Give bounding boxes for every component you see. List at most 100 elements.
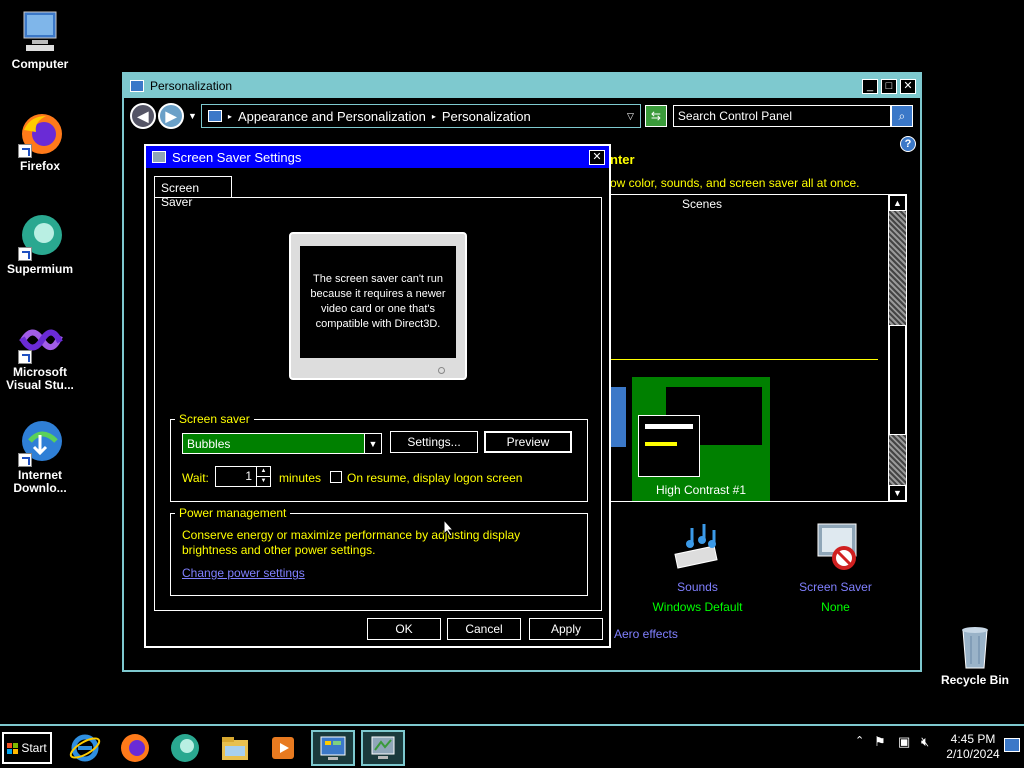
start-button[interactable]: Start xyxy=(2,732,52,764)
tab-panel: The screen saver can't run because it re… xyxy=(154,197,602,611)
desktop-icon-supermium[interactable]: Supermium xyxy=(0,213,80,276)
themes-list[interactable]: Scenes High Contrast #1 ▲ ▼ xyxy=(610,194,907,502)
screen-saver-group-label: Screen saver xyxy=(179,412,250,426)
tab-screen-saver[interactable]: Screen Saver xyxy=(154,176,232,209)
shortcut-arrow-icon xyxy=(18,453,32,467)
breadcrumb-separator-icon[interactable]: ▸ xyxy=(432,112,436,121)
taskbar-control-panel[interactable] xyxy=(311,730,355,766)
search-input[interactable] xyxy=(672,105,891,127)
dialog-titlebar[interactable]: Screen Saver Settings ✕ xyxy=(146,146,609,168)
cancel-button[interactable]: Cancel xyxy=(447,618,521,640)
back-button[interactable]: ◀ xyxy=(130,103,156,129)
minutes-label: minutes xyxy=(279,471,322,485)
screen-saver-value: None xyxy=(821,600,850,614)
theme-high-contrast-1[interactable]: High Contrast #1 xyxy=(632,377,770,501)
desktop-icon-firefox[interactable]: Firefox xyxy=(0,110,80,173)
taskbar-supermium[interactable] xyxy=(163,730,207,766)
help-icon[interactable]: ? xyxy=(900,136,916,152)
screen-saver-item[interactable]: Screen Saver None xyxy=(788,520,883,614)
windows-logo-icon xyxy=(7,742,19,754)
window-titlebar[interactable]: Personalization _ □ ✕ xyxy=(124,74,920,98)
taskbar-screen-saver-settings[interactable] xyxy=(361,730,405,766)
firefox-icon xyxy=(121,734,149,762)
start-label: Start xyxy=(21,741,47,755)
chevron-down-icon[interactable]: ▼ xyxy=(257,477,270,486)
scroll-up-button[interactable]: ▲ xyxy=(889,195,906,211)
selected-screen-saver: Bubbles xyxy=(187,436,231,451)
apply-button[interactable]: Apply xyxy=(529,618,603,640)
desktop-icon-computer[interactable]: Computer xyxy=(0,8,80,71)
theme-name: High Contrast #1 xyxy=(655,483,747,497)
action-center-flag-icon[interactable]: ⚑ xyxy=(874,734,886,750)
maximize-button[interactable]: □ xyxy=(881,78,897,94)
desktop-icon-internet-download[interactable]: Internet Downlo... xyxy=(0,419,80,495)
refresh-button[interactable]: ⇆ xyxy=(644,105,667,127)
breadcrumb-item-personalization[interactable]: Personalization xyxy=(442,109,531,124)
personalization-icon xyxy=(130,80,144,92)
screen-saver-dialog[interactable]: Screen Saver Settings ✕ Screen Saver The… xyxy=(144,144,611,648)
stepper-buttons: ▲ ▼ xyxy=(256,467,270,486)
taskbar-file-explorer[interactable] xyxy=(213,730,257,766)
screen-saver-icon xyxy=(788,520,883,576)
preview-button[interactable]: Preview xyxy=(484,431,572,453)
taskbar-firefox[interactable] xyxy=(113,730,157,766)
screen-saver-settings-icon xyxy=(371,736,395,759)
theme-partial-thumbnail[interactable] xyxy=(610,387,626,447)
dialog-close-button[interactable]: ✕ xyxy=(589,149,605,165)
supermium-icon xyxy=(16,213,64,261)
breadcrumb[interactable]: ▸ Appearance and Personalization ▸ Perso… xyxy=(200,104,641,128)
change-power-settings-link[interactable]: Change power settings xyxy=(182,566,305,580)
taskbar-media-player[interactable] xyxy=(261,730,305,766)
breadcrumb-separator-icon[interactable]: ▸ xyxy=(228,112,232,121)
window-title: Personalization xyxy=(150,79,233,93)
screen-saver-settings-icon xyxy=(152,151,166,163)
resume-label[interactable]: On resume, display logon screen xyxy=(347,471,522,485)
scroll-down-button[interactable]: ▼ xyxy=(889,485,906,501)
screen-saver-title[interactable]: Screen Saver xyxy=(788,580,883,594)
scroll-thumb[interactable] xyxy=(889,325,906,435)
wait-value[interactable]: 1 xyxy=(216,467,256,486)
network-icon[interactable]: ▣ xyxy=(898,734,910,750)
settings-button[interactable]: Settings... xyxy=(390,431,478,453)
internet-download-icon xyxy=(16,419,64,467)
wait-label: Wait: xyxy=(182,471,209,485)
control-panel-icon xyxy=(320,736,346,760)
dialog-title: Screen Saver Settings xyxy=(172,149,302,165)
volume-muted-icon[interactable]: 🔇︎ xyxy=(921,734,929,750)
screen-saver-group: Screen saver xyxy=(170,412,588,502)
internet-explorer-icon xyxy=(69,734,101,762)
show-desktop-button[interactable] xyxy=(1004,738,1020,752)
desktop-icon-visual-studio[interactable]: Microsoft Visual Stu... xyxy=(0,316,80,392)
power-description: Conserve energy or maximize performance … xyxy=(182,528,521,557)
clock[interactable]: 4:45 PM 2/10/2024 xyxy=(944,732,1002,762)
divider xyxy=(610,359,878,360)
scrollbar[interactable]: ▲ ▼ xyxy=(888,195,906,501)
minimize-button[interactable]: _ xyxy=(862,78,878,94)
forward-button[interactable]: ▶ xyxy=(158,103,184,129)
search-icon[interactable]: ⌕ xyxy=(890,105,913,127)
recent-pages-icon[interactable]: ▼ xyxy=(188,111,197,121)
close-button[interactable]: ✕ xyxy=(900,78,916,94)
sounds-value: Windows Default xyxy=(652,600,743,614)
folder-icon xyxy=(222,737,248,760)
wait-stepper[interactable]: 1 ▲ ▼ xyxy=(215,466,271,487)
breadcrumb-item-appearance[interactable]: Appearance and Personalization xyxy=(238,109,426,124)
preview-message: The screen saver can't run because it re… xyxy=(310,273,446,330)
sounds-title[interactable]: Sounds xyxy=(650,580,745,594)
desktop-icon-recycle-bin[interactable]: Recycle Bin xyxy=(935,624,1015,687)
resume-checkbox[interactable] xyxy=(330,471,342,483)
media-player-icon xyxy=(272,737,294,759)
chevron-up-icon[interactable]: ▲ xyxy=(257,467,270,477)
screen-saver-select[interactable]: Bubbles ▼ xyxy=(182,433,382,454)
chevron-down-icon[interactable]: ▽ xyxy=(627,111,634,122)
shortcut-arrow-icon xyxy=(18,350,32,364)
show-hidden-icons-icon[interactable]: ⌃ xyxy=(855,734,864,747)
taskbar-internet-explorer[interactable] xyxy=(63,730,107,766)
chevron-down-icon[interactable]: ▼ xyxy=(364,434,381,453)
theme-preview-dialog xyxy=(638,415,700,477)
sounds-item[interactable]: Sounds Windows Default xyxy=(650,520,745,614)
aero-effects-link[interactable]: Aero effects xyxy=(614,627,678,641)
ok-button[interactable]: OK xyxy=(367,618,441,640)
shortcut-arrow-icon xyxy=(18,144,32,158)
mouse-cursor-icon xyxy=(443,518,455,540)
